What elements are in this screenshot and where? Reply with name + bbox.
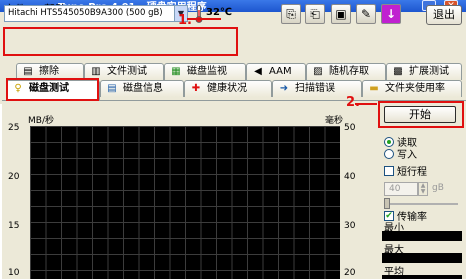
annotation-box-drive: [3, 27, 238, 56]
thermometer-icon: [195, 5, 203, 23]
right-axis-tick: 40: [344, 172, 356, 182]
tab-disk-info[interactable]: ▤ 磁盘信息: [100, 80, 184, 97]
tab-label: 磁盘监视: [187, 66, 227, 77]
chart-right-unit: 毫秒: [325, 116, 344, 126]
tab-label: AAM: [269, 66, 292, 77]
copy-text-icon[interactable]: ⎗: [305, 4, 325, 24]
download-icon[interactable]: ↓: [381, 4, 401, 24]
short-stroke-checkbox[interactable]: [384, 166, 394, 176]
tab-label: 文件夹使用率: [385, 83, 445, 94]
slider-thumb[interactable]: [384, 198, 390, 209]
tab-disk-monitor[interactable]: ▦ 磁盘监视: [164, 63, 246, 80]
extended-icon: ▩: [393, 66, 403, 77]
health-icon: ✚: [191, 83, 201, 94]
annotation-underline-2: [355, 103, 377, 105]
erase-icon: ▤: [23, 66, 33, 77]
tab-health[interactable]: ✚ 健康状况: [184, 80, 272, 97]
write-radio[interactable]: [384, 149, 394, 159]
block-size-slider[interactable]: [384, 203, 458, 205]
average-value-box: [382, 275, 462, 279]
options-icon[interactable]: ✎: [356, 4, 376, 24]
tab-label: 扩展测试: [409, 66, 449, 77]
annotation-box-benchmark: [6, 78, 99, 101]
short-stroke-label: 短行程: [397, 167, 427, 178]
right-axis-tick: 50: [344, 123, 356, 133]
scan-icon: ➜: [279, 83, 289, 94]
left-axis-tick: 20: [8, 172, 20, 182]
short-stroke-spinner[interactable]: ▲ ▼: [418, 182, 428, 196]
tab-label: 文件测试: [107, 66, 147, 77]
tab-label: 擦除: [39, 66, 59, 77]
maximum-value-box: [382, 253, 462, 263]
tab-label: 健康状况: [207, 83, 247, 94]
benchmark-plot-area: [30, 126, 340, 279]
short-stroke-unit: gB: [432, 183, 444, 193]
tab-label: 扫描错误: [295, 83, 335, 94]
exit-button[interactable]: 退出: [426, 5, 462, 25]
short-stroke-input[interactable]: 40: [384, 182, 418, 196]
tab-folder-usage[interactable]: ▬ 文件夹使用率: [362, 80, 462, 97]
annotation-step-1: 1.: [178, 13, 192, 28]
info-icon: ▤: [107, 83, 117, 94]
tab-random-access[interactable]: ▨ 随机存取: [306, 63, 386, 80]
read-radio[interactable]: [384, 137, 394, 147]
minimum-value-box: [382, 231, 462, 241]
write-label: 写入: [397, 150, 417, 161]
monitor-icon: ▦: [171, 66, 181, 77]
tab-aam[interactable]: ◀ AAM: [246, 63, 306, 80]
folder-icon: ▬: [369, 83, 379, 94]
left-axis-tick: 10: [8, 268, 20, 278]
tab-label: 随机存取: [329, 66, 369, 77]
chart-left-unit: MB/秒: [28, 116, 54, 126]
temperature-value: 32℃: [206, 7, 233, 18]
random-icon: ▨: [313, 66, 323, 77]
annotation-underline-1: [187, 18, 221, 20]
left-axis-tick: 15: [8, 221, 20, 231]
copy-icon[interactable]: ⎘: [281, 4, 301, 24]
tab-label: 磁盘信息: [123, 83, 163, 94]
right-axis-tick: 30: [344, 221, 356, 231]
file-icon: ▥: [91, 66, 101, 77]
annotation-box-start: [378, 101, 464, 128]
left-axis-tick: 25: [8, 123, 20, 133]
right-axis-tick: 20: [344, 268, 356, 278]
tab-extended-test[interactable]: ▩ 扩展测试: [386, 63, 462, 80]
drive-select[interactable]: Hitachi HTS545050B9A300 (500 gB): [4, 5, 188, 22]
save-icon[interactable]: ▣: [331, 4, 351, 24]
speaker-icon: ◀: [254, 66, 262, 77]
